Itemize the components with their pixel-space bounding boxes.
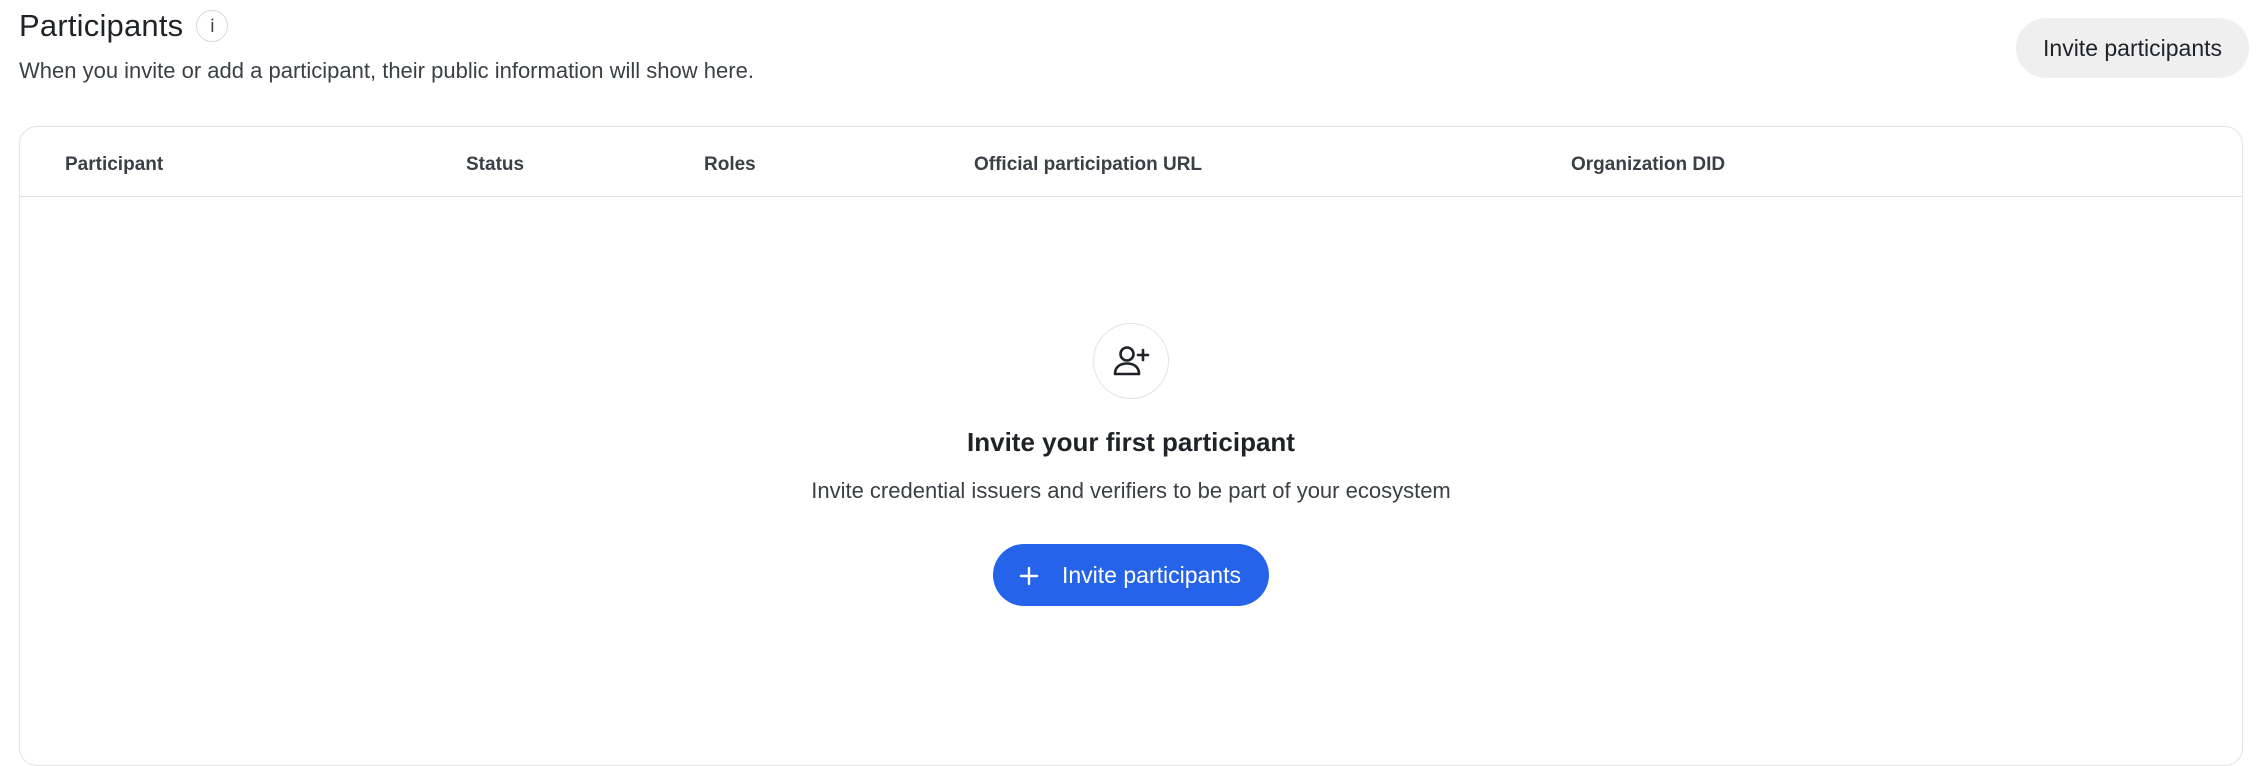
column-header-status[interactable]: Status (466, 154, 524, 176)
participants-table: Participant Status Roles Official partic… (19, 126, 2243, 766)
empty-state-description: Invite credential issuers and verifiers … (811, 478, 1451, 503)
empty-state-title: Invite your first participant (967, 427, 1295, 457)
page-subtitle: When you invite or add a participant, th… (19, 58, 754, 83)
column-header-roles[interactable]: Roles (704, 154, 756, 176)
column-header-official-participation-url[interactable]: Official participation URL (974, 154, 1202, 176)
column-header-participant[interactable]: Participant (65, 154, 163, 176)
invite-participants-button[interactable]: Invite participants (2016, 18, 2249, 78)
add-user-icon (1093, 323, 1169, 399)
page-header: Participants i When you invite or add a … (19, 0, 2249, 120)
empty-state: Invite your first participant Invite cre… (20, 323, 2242, 606)
info-icon[interactable]: i (196, 10, 229, 42)
table-header: Participant Status Roles Official partic… (20, 127, 2242, 197)
plus-icon (1019, 565, 1039, 586)
invite-first-participant-button[interactable]: Invite participants (993, 544, 1269, 606)
title-row: Participants i (19, 8, 229, 44)
invite-first-participant-label: Invite participants (1062, 561, 1241, 588)
page-title: Participants (19, 8, 184, 43)
column-header-organization-did[interactable]: Organization DID (1571, 154, 1725, 176)
